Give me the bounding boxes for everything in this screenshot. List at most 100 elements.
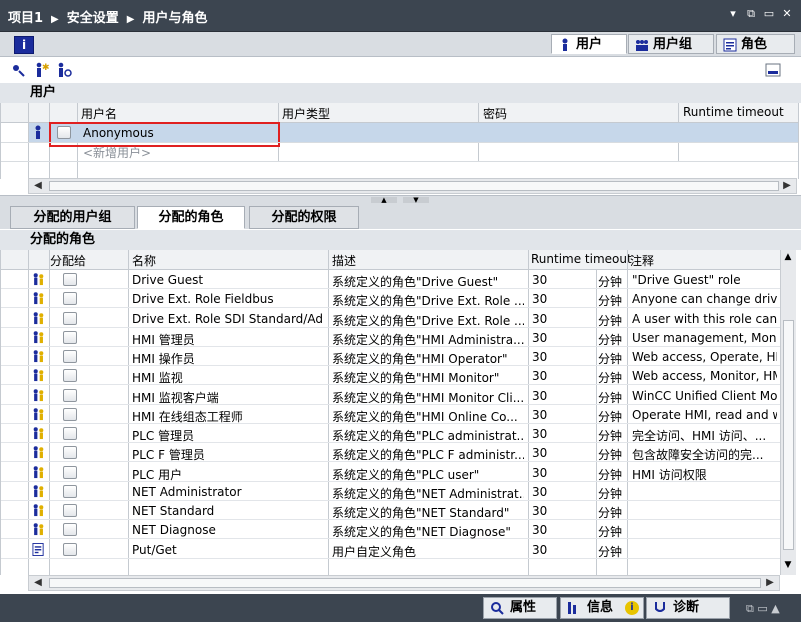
role-name-cell[interactable]: Drive Ext. Role Fieldbus [132,292,322,306]
role-comment-cell[interactable]: Web access, Operate, HM... [632,350,777,364]
table-row[interactable]: HMI 操作员 系统定义的角色"HMI Operator" 30 分钟 Web acce… [1,347,781,366]
role-name-cell[interactable]: NET Administrator [132,485,322,499]
col-username[interactable]: 用户名 [81,105,117,122]
table-row[interactable]: PLC F 管理员 系统定义的角色"PLC F administr... 30 分钟包… [1,443,781,463]
role-timeout-unit-cell[interactable]: 分钟 [598,389,625,406]
role-timeout-unit-cell[interactable]: 分钟 [598,408,625,425]
role-assign-checkbox[interactable] [63,369,77,383]
role-description-cell[interactable]: 系统定义的角色"PLC administrat... [332,427,524,444]
role-description-cell[interactable]: 系统定义的角色"PLC F administr... [332,446,524,463]
role-description-cell[interactable]: 系统定义的角色"NET Administrat... [332,485,524,502]
role-description-cell[interactable]: 系统定义的角色"HMI Monitor Cli... [332,389,524,406]
role-name-cell[interactable]: HMI 在线组态工程师 [132,408,322,425]
role-name-cell[interactable]: Put/Get [132,543,322,557]
role-comment-cell[interactable]: Anyone can change drive... [632,292,777,306]
role-name-cell[interactable]: HMI 操作员 [132,350,322,367]
scroll-left-icon[interactable]: ◀ [31,577,45,589]
table-row[interactable]: NET Administrator 系统定义的角色"NET Administrat… [1,482,781,501]
role-description-cell[interactable]: 系统定义的角色"NET Standard" [332,504,524,521]
role-timeout-unit-cell[interactable]: 分钟 [598,543,625,560]
dropdown-icon[interactable]: ▾ [727,8,739,20]
role-assign-checkbox[interactable] [63,311,77,325]
role-assign-checkbox[interactable] [63,350,77,363]
role-timeout-unit-cell[interactable]: 分钟 [598,331,625,348]
role-assign-checkbox[interactable] [63,407,77,421]
role-timeout-unit-cell[interactable]: 分钟 [598,350,625,367]
table-row[interactable]: NET Diagnose 系统定义的角色"NET Diagnose" 30 分钟 [1,520,781,540]
col-name[interactable]: 名称 [132,252,156,269]
scroll-right-icon[interactable]: ▶ [763,577,777,589]
role-timeout-unit-cell[interactable]: 分钟 [598,504,625,521]
role-timeout-cell[interactable]: 30 [532,504,592,518]
tab-users[interactable]: 用户 [551,34,627,54]
role-comment-cell[interactable]: "Drive Guest" role [632,273,777,287]
role-name-cell[interactable]: HMI 管理员 [132,331,322,348]
table-row[interactable]: PLC 用户 系统定义的角色"PLC user" 30 分钟 HMI 访问权限 [1,463,781,482]
role-timeout-unit-cell[interactable]: 分钟 [598,312,625,329]
role-description-cell[interactable]: 系统定义的角色"HMI Operator" [332,350,524,367]
tab-assigned-roles[interactable]: 分配的角色 [137,206,245,229]
role-description-cell[interactable]: 系统定义的角色"Drive Ext. Role ... [332,292,524,309]
roles-vertical-scrollbar[interactable]: ▲ ▼ [780,250,796,575]
role-comment-cell[interactable]: 完全访问、HMI 访问、... [632,427,777,444]
table-row[interactable]: HMI 监视 系统定义的角色"HMI Monitor" 30 分钟 Web access… [1,366,781,386]
tab-roles[interactable]: 角色 [716,34,795,54]
tab-info[interactable]: 信息 i [560,597,644,619]
sync-user-icon[interactable] [56,62,72,78]
role-timeout-unit-cell[interactable]: 分钟 [598,273,625,290]
tab-properties[interactable]: 属性 [483,597,557,619]
role-timeout-cell[interactable]: 30 [532,485,592,499]
role-timeout-cell[interactable]: 30 [532,543,592,557]
role-assign-checkbox[interactable] [63,446,77,460]
table-row[interactable]: Drive Ext. Role SDI Standard/Adv 系统定义的角色"… [1,309,781,328]
role-assign-checkbox[interactable] [63,542,77,556]
role-timeout-unit-cell[interactable]: 分钟 [598,485,625,502]
role-timeout-cell[interactable]: 30 [532,389,592,403]
scroll-down-icon[interactable]: ▼ [783,560,793,572]
role-description-cell[interactable]: 用户自定义角色 [332,543,524,560]
role-comment-cell[interactable]: WinCC Unified Client Mo... [632,389,777,403]
close-icon[interactable]: ✕ [781,8,793,20]
table-row[interactable]: HMI 在线组态工程师 系统定义的角色"HMI Online Co... 30 分钟 O… [1,405,781,424]
role-timeout-unit-cell[interactable]: 分钟 [598,523,625,540]
refresh-users-icon[interactable] [10,62,26,78]
scrollbar-thumb[interactable] [49,578,761,588]
maximize-icon[interactable]: ▭ [763,8,775,20]
breadcrumb-security[interactable]: 安全设置 [67,11,119,26]
scrollbar-thumb[interactable] [49,181,779,191]
role-timeout-unit-cell[interactable]: 分钟 [598,292,625,309]
breadcrumb-project[interactable]: 项目1 [8,11,43,26]
breadcrumb-users-roles[interactable]: 用户与角色 [142,11,207,26]
role-assign-checkbox[interactable] [63,465,77,479]
role-timeout-unit-cell[interactable]: 分钟 [598,369,625,386]
users-horizontal-scrollbar[interactable]: ◀ ▶ [28,178,797,194]
scrollbar-thumb[interactable] [783,320,794,550]
col-assigned-to[interactable]: 分配给 [50,252,86,269]
role-assign-checkbox[interactable] [63,427,77,440]
role-name-cell[interactable]: PLC 管理员 [132,427,322,444]
role-timeout-cell[interactable]: 30 [532,446,592,460]
scroll-right-icon[interactable]: ▶ [780,180,794,192]
role-name-cell[interactable]: HMI 监视客户端 [132,389,322,406]
role-assign-checkbox[interactable] [63,484,77,498]
user-settings-icon[interactable] [765,62,781,78]
role-description-cell[interactable]: 系统定义的角色"HMI Monitor" [332,369,524,386]
table-row[interactable]: Drive Ext. Role Fieldbus 系统定义的角色"Drive Ex… [1,289,781,309]
tab-assigned-user-groups[interactable]: 分配的用户组 [10,206,135,229]
panel-layout-icon[interactable]: ⧉ ▭ ▲ [746,602,780,616]
role-assign-checkbox[interactable] [63,330,77,344]
scroll-up-icon[interactable]: ▲ [783,252,793,264]
table-row[interactable]: PLC 管理员 系统定义的角色"PLC administrat... 30 分钟 完全访… [1,424,781,443]
add-user-placeholder[interactable]: <新增用户> [83,144,151,161]
tab-diagnostics[interactable]: 诊断 [646,597,730,619]
role-description-cell[interactable]: 系统定义的角色"NET Diagnose" [332,523,524,540]
role-assign-checkbox[interactable] [63,292,77,306]
roles-horizontal-scrollbar[interactable]: ◀ ▶ [28,575,780,591]
col-comment[interactable]: 注释 [630,252,654,269]
splitter-up-icon[interactable]: ▲ [371,197,397,204]
role-name-cell[interactable]: NET Standard [132,504,322,518]
role-timeout-cell[interactable]: 30 [532,312,592,326]
role-name-cell[interactable]: HMI 监视 [132,369,322,386]
info-icon[interactable]: i [14,36,34,54]
tab-user-groups[interactable]: 用户组 [628,34,714,54]
